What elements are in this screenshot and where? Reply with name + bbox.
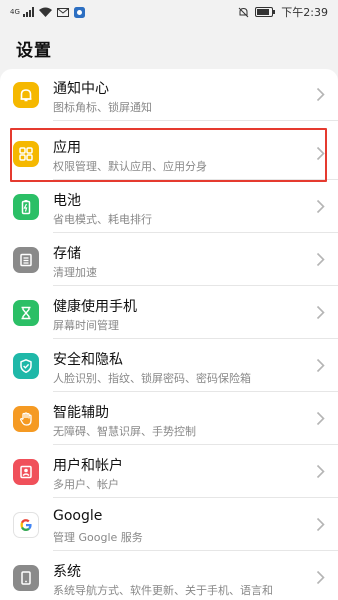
item-title: 系统	[53, 564, 81, 580]
item-subtitle: 权限管理、默认应用、应用分身	[53, 160, 207, 173]
hourglass-icon	[13, 300, 39, 326]
settings-item-system[interactable]: 系统 系统导航方式、软件更新、关于手机、语言和	[0, 552, 338, 600]
item-subtitle: 多用户、帐户	[53, 478, 119, 491]
item-title: 智能辅助	[53, 405, 109, 421]
settings-item-storage[interactable]: 存储 清理加速	[0, 234, 338, 286]
item-subtitle: 无障碍、智慧识屏、手势控制	[53, 425, 196, 438]
signal-icon	[22, 7, 34, 17]
divider	[53, 120, 338, 121]
page-title: 设置	[16, 41, 52, 61]
apps-grid-icon	[13, 141, 39, 167]
chevron-right-icon	[316, 358, 325, 373]
chevron-right-icon	[316, 411, 325, 426]
battery-status-icon	[255, 7, 276, 17]
settings-item-security[interactable]: 安全和隐私 人脸识别、指纹、锁屏密码、密码保险箱	[0, 340, 338, 392]
chevron-right-icon	[316, 517, 325, 532]
item-subtitle: 省电模式、耗电排行	[53, 213, 152, 226]
item-title: 应用	[53, 140, 81, 156]
google-icon	[13, 512, 39, 538]
divider	[53, 285, 338, 286]
chevron-right-icon	[316, 305, 325, 320]
item-title: 安全和隐私	[53, 352, 123, 368]
divider	[53, 232, 338, 233]
mute-bell-icon	[238, 7, 249, 17]
settings-item-apps[interactable]: 应用 权限管理、默认应用、应用分身	[0, 128, 338, 180]
item-subtitle: 图标角标、锁屏通知	[53, 101, 152, 114]
chevron-right-icon	[316, 146, 325, 161]
bell-icon	[13, 82, 39, 108]
chevron-right-icon	[316, 252, 325, 267]
item-title: 通知中心	[53, 81, 109, 97]
battery-icon	[13, 194, 39, 220]
clock: 下午2:39	[281, 6, 328, 19]
network-type-label: 4G	[10, 7, 20, 16]
chevron-right-icon	[316, 464, 325, 479]
divider	[53, 338, 338, 339]
user-icon	[13, 459, 39, 485]
settings-item-digital-balance[interactable]: 健康使用手机 屏幕时间管理	[0, 287, 338, 339]
divider	[53, 444, 338, 445]
item-subtitle: 人脸识别、指纹、锁屏密码、密码保险箱	[53, 372, 251, 385]
item-subtitle: 管理 Google 服务	[53, 531, 143, 544]
chevron-right-icon	[316, 199, 325, 214]
shield-icon	[13, 353, 39, 379]
settings-item-notifications[interactable]: 通知中心 图标角标、锁屏通知	[0, 69, 338, 121]
chevron-right-icon	[316, 570, 325, 585]
settings-list: 通知中心 图标角标、锁屏通知 应用 权限管理、默认应用、应用分身 电池 省电模式…	[0, 69, 338, 600]
item-subtitle: 系统导航方式、软件更新、关于手机、语言和	[53, 584, 273, 597]
item-title: 健康使用手机	[53, 299, 137, 315]
hand-icon	[13, 406, 39, 432]
wifi-icon	[38, 7, 52, 17]
settings-item-users[interactable]: 用户和帐户 多用户、帐户	[0, 446, 338, 498]
item-title: 用户和帐户	[53, 458, 123, 474]
divider	[53, 391, 338, 392]
settings-item-battery[interactable]: 电池 省电模式、耗电排行	[0, 181, 338, 233]
item-title: 存储	[53, 246, 81, 262]
status-bar: 4G 下午2:39	[0, 0, 338, 24]
item-title: Google	[53, 508, 103, 524]
system-icon	[13, 565, 39, 591]
settings-item-google[interactable]: Google 管理 Google 服务	[0, 499, 338, 551]
chevron-right-icon	[316, 87, 325, 102]
item-title: 电池	[53, 193, 81, 209]
storage-icon	[13, 247, 39, 273]
settings-item-smart-assistance[interactable]: 智能辅助 无障碍、智慧识屏、手势控制	[0, 393, 338, 445]
item-subtitle: 清理加速	[53, 266, 97, 279]
app-notification-icon	[73, 6, 85, 18]
item-subtitle: 屏幕时间管理	[53, 319, 119, 332]
divider	[53, 497, 338, 498]
divider	[53, 550, 338, 551]
mail-icon	[56, 7, 69, 17]
divider	[53, 179, 338, 180]
